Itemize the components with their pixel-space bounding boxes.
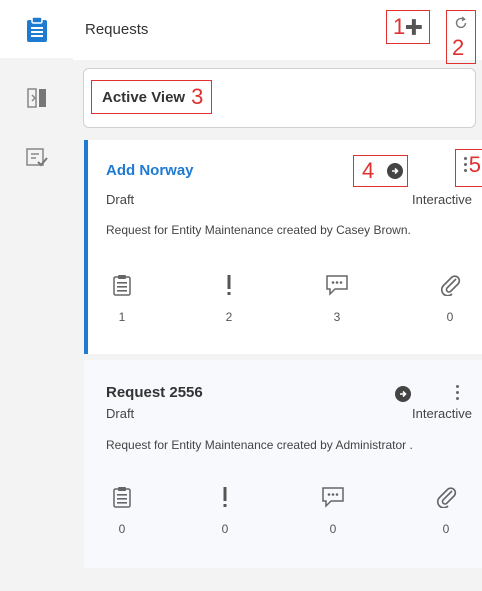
stat-tasks: 1 (102, 274, 142, 324)
annotation-label: 4 (362, 158, 375, 183)
request-type: Interactive (412, 192, 472, 207)
request-card[interactable]: Request 2556 Draft Interactive Request f… (84, 360, 482, 568)
comment-icon (326, 275, 348, 296)
rail-item-requests[interactable] (0, 0, 73, 58)
annotation-label: 5 (468, 152, 481, 177)
view-selector: Active View 3 (83, 68, 476, 128)
panel-header: Requests 1 2 (73, 0, 482, 64)
request-type: Interactive (412, 406, 472, 421)
request-title[interactable]: Add Norway (106, 162, 194, 179)
requests-panel: Requests 1 2 Active View 3 Add Norway Dr… (73, 0, 482, 591)
page-title: Requests (85, 21, 149, 38)
clipboard-icon (26, 16, 47, 42)
arrow-right-icon[interactable] (395, 386, 411, 402)
left-rail (0, 0, 73, 591)
annotation-label: 2 (452, 35, 465, 60)
stat-comments: 3 (317, 274, 357, 324)
comment-icon (322, 487, 344, 508)
clipboard-icon (113, 275, 131, 296)
panel-toggle-icon (26, 88, 46, 108)
active-view-label: Active View (102, 88, 186, 106)
request-title[interactable]: Request 2556 (106, 384, 203, 401)
paperclip-icon (437, 487, 457, 508)
exclamation-icon (223, 487, 227, 507)
kebab-icon (462, 157, 468, 172)
stat-count: 0 (446, 310, 454, 324)
stat-tasks: 0 (102, 486, 142, 536)
stat-count: 0 (329, 522, 337, 536)
request-description: Request for Entity Maintenance created b… (106, 223, 411, 237)
plus-icon (406, 19, 423, 35)
active-view-button[interactable]: Active View 3 (91, 80, 213, 114)
stat-count: 2 (225, 310, 233, 324)
refresh-button[interactable]: 2 (446, 10, 476, 64)
paperclip-icon (441, 275, 461, 296)
open-request-button[interactable]: 4 (353, 155, 408, 187)
stat-count: 0 (442, 522, 450, 536)
arrow-right-icon (387, 163, 403, 179)
exclamation-icon (227, 275, 231, 295)
stat-issues: 0 (205, 486, 245, 536)
request-status: Draft (106, 192, 135, 207)
request-description: Request for Entity Maintenance created b… (106, 438, 413, 452)
stat-comments: 0 (313, 486, 353, 536)
rail-item-panel-toggle[interactable] (0, 78, 73, 118)
approve-list-icon (25, 148, 48, 167)
kebab-icon[interactable] (454, 385, 460, 400)
stat-count: 1 (118, 310, 126, 324)
request-card[interactable]: Add Norway Draft Interactive 4 5 Request… (84, 140, 482, 354)
add-request-button[interactable]: 1 (386, 10, 430, 44)
request-menu-button[interactable]: 5 (455, 149, 482, 187)
rail-item-approvals[interactable] (0, 138, 73, 178)
stat-count: 0 (118, 522, 126, 536)
annotation-label: 3 (191, 84, 204, 109)
stat-count: 3 (333, 310, 341, 324)
stat-count: 0 (221, 522, 229, 536)
stat-attachments: 0 (426, 486, 466, 536)
clipboard-icon (113, 487, 131, 508)
request-status: Draft (106, 406, 135, 421)
refresh-icon (455, 16, 467, 29)
stat-attachments: 0 (430, 274, 470, 324)
stat-issues: 2 (209, 274, 249, 324)
annotation-label: 1 (393, 14, 406, 39)
